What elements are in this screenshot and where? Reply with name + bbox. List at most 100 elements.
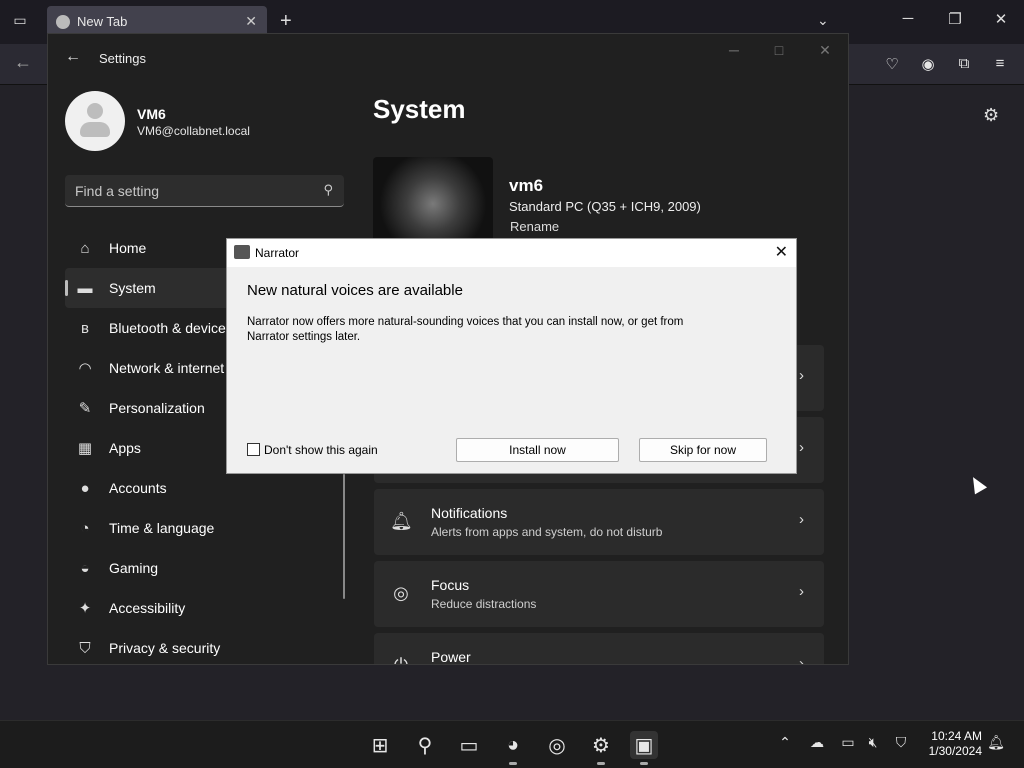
gear-icon[interactable]: ⚙: [983, 105, 999, 126]
clock-time: 10:24 AM: [931, 729, 982, 743]
sidebar-item-label: Network & internet: [109, 360, 225, 376]
accounts-icon: ●: [80, 479, 90, 497]
device-name: vm6: [509, 176, 544, 195]
extensions-icon[interactable]: ⧉: [954, 55, 974, 75]
wifi-icon: ◠: [78, 360, 92, 377]
tab-close-icon[interactable]: ✕: [245, 13, 257, 30]
device-wallpaper-thumbnail: [373, 157, 493, 242]
minimize-icon[interactable]: ─: [898, 10, 918, 27]
back-arrow-icon[interactable]: ←: [14, 52, 32, 73]
sidebar-item-label: Apps: [109, 440, 141, 456]
new-tab-button[interactable]: +: [280, 10, 292, 33]
sidebar-item-label: Bluetooth & devices: [109, 320, 233, 336]
card-title: Focus: [431, 577, 470, 593]
taskbar: ⊞ ⚲ ▭ ◕ ◎ ⚙ ▣ ⌃ ☁ ▭ 🔇︎ ⛉ 10:24 AM 1/30/2…: [0, 720, 1024, 768]
tab-list-icon[interactable]: ▭: [10, 12, 30, 32]
avatar-body: [80, 122, 110, 137]
card-title: Power: [431, 649, 471, 665]
search-box[interactable]: ⚲: [65, 175, 344, 207]
running-indicator: [597, 762, 605, 765]
firefox-icon[interactable]: ◕: [499, 731, 527, 765]
dialog-body: Narrator now offers more natural-soundin…: [247, 316, 684, 343]
search-input[interactable]: [65, 175, 305, 206]
clock[interactable]: 10:24 AM 1/30/2024: [929, 729, 982, 759]
sidebar-item-accounts[interactable]: ● Accounts: [65, 468, 345, 508]
minimize-icon[interactable]: ─: [724, 42, 744, 58]
notifications-card[interactable]: 🔔︎ Notifications Alerts from apps and sy…: [374, 489, 824, 555]
accessibility-icon: ✦: [78, 600, 92, 617]
card-title: Notifications: [431, 505, 508, 521]
page-title: System: [373, 94, 466, 124]
display-icon[interactable]: ▭: [838, 734, 858, 754]
avatar-head: [87, 103, 103, 119]
clock-date: 1/30/2024: [928, 744, 982, 758]
bluetooth-icon: ʙ: [81, 319, 89, 337]
sidebar-item-privacy[interactable]: ⛉ Privacy & security: [65, 628, 345, 664]
file-explorer-icon[interactable]: ▭: [455, 731, 483, 759]
settings-gear-icon[interactable]: ⚙: [587, 731, 615, 765]
rename-link[interactable]: Rename: [510, 219, 559, 234]
sidebar-item-label: Personalization: [109, 400, 205, 416]
dialog-heading: New natural voices are available: [247, 282, 463, 299]
sidebar-item-accessibility[interactable]: ✦ Accessibility: [65, 588, 345, 628]
search-icon[interactable]: ⚲: [411, 731, 439, 759]
globe-clock-icon: ◔: [80, 519, 90, 537]
gamepad-icon: ◒: [80, 559, 90, 577]
chevron-down-icon[interactable]: ⌄: [817, 12, 829, 29]
volume-muted-icon[interactable]: 🔇︎: [863, 734, 883, 754]
running-indicator: [640, 762, 648, 765]
close-icon[interactable]: ✕: [775, 242, 788, 262]
dialog-titlebar: Narrator ✕: [227, 239, 796, 267]
apps-icon: ▦: [77, 440, 93, 457]
search-icon[interactable]: ⚲: [323, 182, 333, 198]
system-icon: ▬: [77, 279, 93, 297]
shield-icon: ⛉: [79, 639, 91, 657]
bell-icon: 🔔︎: [390, 511, 413, 531]
windows-start-icon[interactable]: ⊞: [366, 731, 394, 759]
tab-title: New Tab: [77, 14, 128, 29]
device-model: Standard PC (Q35 + ICH9, 2009): [509, 199, 701, 214]
restore-icon[interactable]: ❐: [945, 10, 965, 28]
chrome-icon[interactable]: ◎: [543, 731, 571, 759]
dialog-title: Narrator: [255, 246, 300, 260]
close-icon[interactable]: ✕: [815, 42, 835, 59]
account-icon[interactable]: ◉: [918, 55, 938, 75]
close-icon[interactable]: ✕: [991, 10, 1011, 28]
sidebar-item-label: Time & language: [109, 520, 215, 536]
power-icon: ⏻: [393, 655, 409, 665]
narrator-dialog: Narrator ✕ New natural voices are availa…: [226, 238, 797, 474]
sidebar-scrollbar[interactable]: [343, 474, 345, 599]
checkbox-label[interactable]: Don't show this again: [264, 443, 378, 457]
narrator-icon: [234, 245, 250, 259]
narrator-icon[interactable]: ▣: [630, 731, 658, 765]
home-icon: ⌂: [80, 239, 90, 257]
focus-card[interactable]: ◎ Focus Reduce distractions ›: [374, 561, 824, 627]
back-arrow-icon[interactable]: ←: [65, 48, 81, 66]
sidebar-item-label: Privacy & security: [109, 640, 221, 656]
chevron-right-icon: ›: [799, 367, 804, 384]
sidebar-item-label: Accounts: [109, 480, 167, 496]
sidebar-item-time-language[interactable]: ◔ Time & language: [65, 508, 345, 548]
chevron-up-icon[interactable]: ⌃: [775, 734, 795, 754]
notification-bell-icon[interactable]: 🔔︎: [986, 734, 1006, 754]
skip-for-now-button[interactable]: Skip for now: [639, 438, 767, 462]
security-icon[interactable]: ⛉: [891, 734, 911, 754]
sidebar-item-label: Gaming: [109, 560, 159, 576]
focus-icon: ◎: [393, 583, 409, 603]
sidebar-item-gaming[interactable]: ◒ Gaming: [65, 548, 345, 588]
dont-show-checkbox[interactable]: [247, 443, 260, 456]
power-card[interactable]: ⏻ Power ›: [374, 633, 824, 665]
install-now-button[interactable]: Install now: [456, 438, 619, 462]
sidebar-item-label: Accessibility: [109, 600, 186, 616]
chevron-right-icon: ›: [799, 439, 804, 456]
card-subtitle: Reduce distractions: [431, 597, 537, 611]
avatar[interactable]: [65, 91, 125, 151]
pocket-icon[interactable]: ♡: [882, 55, 902, 75]
window-title: Settings: [99, 51, 146, 66]
chevron-right-icon: ›: [799, 511, 804, 528]
user-email: VM6@collabnet.local: [137, 124, 250, 138]
maximize-icon[interactable]: □: [769, 42, 789, 58]
onedrive-icon[interactable]: ☁: [807, 734, 827, 754]
chevron-right-icon: ›: [799, 583, 804, 600]
menu-icon[interactable]: ≡: [990, 55, 1010, 75]
